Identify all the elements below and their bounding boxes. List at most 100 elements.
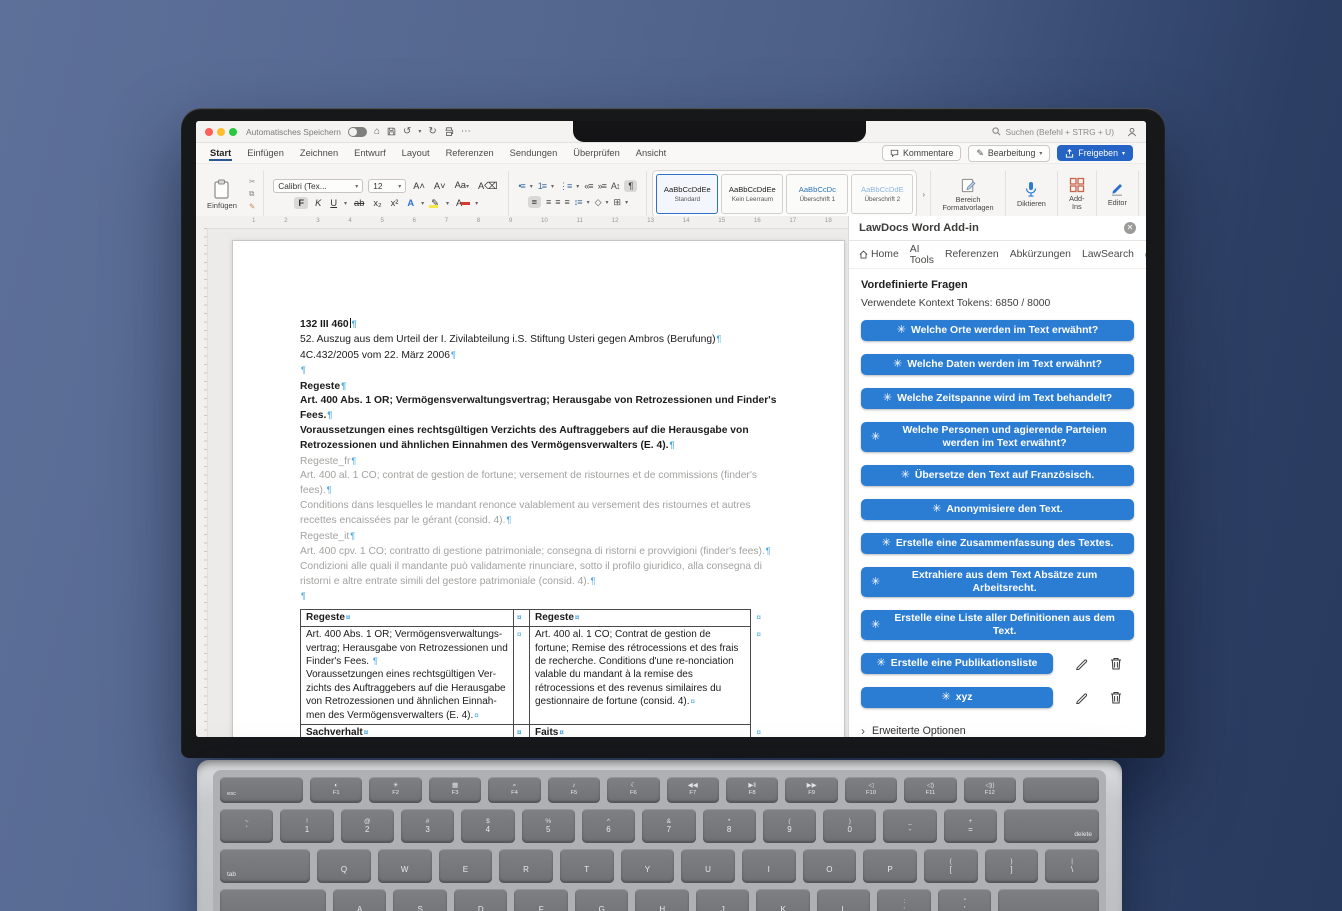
keyboard-key[interactable]: ^6 [582,809,635,843]
show-marks-button[interactable]: ¶ [624,180,637,192]
line-spacing-icon[interactable]: ↕≡ [574,197,582,207]
preset-question-button[interactable]: ✳Welche Zeitspanne wird im Text behandel… [861,388,1134,409]
keyboard-key[interactable]: ▦F3 [429,777,481,803]
keyboard-key[interactable]: :; [877,889,931,911]
keyboard-key[interactable]: _- [883,809,936,843]
print-icon[interactable] [444,127,454,136]
keyboard-key[interactable]: I [742,849,796,883]
save-icon[interactable] [387,127,396,136]
preset-question-button[interactable]: ✳Erstelle eine Liste aller Definitionen … [861,610,1134,640]
keyboard-key[interactable]: L [817,889,871,911]
nav-lawsearch[interactable]: LawSearch [1082,249,1134,260]
document-paragraph[interactable]: Conditions dans lesquelles le mandant re… [300,499,780,529]
keyboard-key[interactable]: T [560,849,614,883]
align-center-button[interactable]: ≡ [546,197,550,207]
preset-question-button[interactable]: ✳Übersetze den Text auf Französisch. [861,465,1134,486]
document-paragraph[interactable]: 4C.432/2005 vom 22. März 2006¶ [300,348,780,363]
keyboard-key[interactable]: Q [317,849,371,883]
align-left-button[interactable]: ≡ [528,196,541,208]
keyboard-key[interactable]: %5 [522,809,575,843]
close-icon[interactable]: ✕ [1124,222,1136,234]
keyboard-key[interactable]: U [681,849,735,883]
table-row[interactable]: Art. 400 Abs. 1 OR; Vermögensverwaltungs… [301,627,750,725]
shading-icon[interactable]: ◇ [595,197,601,208]
table-row[interactable]: Regeste¤ ¤ Regeste¤ [301,610,750,627]
change-case-button[interactable]: Aa▾ [453,179,471,193]
nav-abkuerzungen[interactable]: Abkürzungen [1010,249,1071,260]
table-row[interactable]: Sachverhalt¤ ¤ Faits¤ [301,725,750,737]
document-paragraph[interactable]: ¶ [300,589,780,604]
preset-question-button[interactable]: ✳Welche Orte werden im Text erwähnt? [861,320,1134,341]
copy-icon[interactable]: ⧉ [249,189,255,199]
ribbon-tab[interactable]: Sendungen [509,145,559,161]
keyboard-key[interactable]: ~` [220,809,273,843]
more-icon[interactable]: ⋯ [461,127,471,137]
zoom-window-button[interactable] [229,128,237,136]
share-button[interactable]: Freigeben ▾ [1057,145,1133,161]
keyboard-key[interactable]: H [635,889,689,911]
keyboard-key[interactable]: ◁F10 [845,777,897,803]
advanced-options-toggle[interactable]: › Erweiterte Optionen [861,725,1134,737]
document-paragraph[interactable]: 132 III 460¶ [300,317,780,332]
editor-button[interactable]: Editor [1102,167,1133,221]
keyboard-key[interactable]: K [756,889,810,911]
keyboard-key[interactable]: @2 [341,809,394,843]
ribbon-tab[interactable]: Entwurf [353,145,387,161]
keyboard-key[interactable]: {[ [924,849,978,883]
delete-icon[interactable] [1110,657,1122,670]
keyboard-key[interactable]: ♪F5 [548,777,600,803]
horizontal-ruler[interactable]: 123456789101112131415161718 [196,216,848,229]
keyboard-key[interactable]: ☀F2 [369,777,421,803]
keyboard-key[interactable]: ☾F6 [607,777,659,803]
nav-home[interactable]: Home [859,249,899,260]
indent-icon[interactable]: »≡ [598,181,606,191]
home-icon[interactable]: ⌂ [374,127,380,137]
table-cell-left[interactable]: Art. 400 Abs. 1 OR; Vermögensverwaltungs… [301,627,513,724]
ribbon-tab[interactable]: Überprüfen [572,145,621,161]
styles-pane-button[interactable]: Bereich Formatvorlagen [936,167,1000,221]
custom-question-button[interactable]: ✳xyz [861,687,1053,708]
keyboard-key[interactable]: S [393,889,447,911]
keyboard-key[interactable]: esc [220,777,303,803]
format-painter-icon[interactable]: ✎ [249,202,255,211]
keyboard-key[interactable]: ◁))F12 [964,777,1016,803]
keyboard-key[interactable]: (9 [763,809,816,843]
comments-button[interactable]: Kommentare [882,145,961,161]
font-color-dropdown-icon[interactable]: ▾ [475,200,478,207]
preset-question-button[interactable]: ✳Extrahiere aus dem Text Absätze zum Arb… [861,567,1134,597]
keyboard-key[interactable]: }] [985,849,1039,883]
highlight-dropdown-icon[interactable]: ▾ [446,200,449,207]
keyboard-key[interactable]: )0 [823,809,876,843]
table-cell-right[interactable]: Regeste¤ [530,610,750,626]
dictate-button[interactable]: Diktieren [1011,167,1052,221]
justify-button[interactable]: ≡ [565,197,569,207]
bold-button[interactable]: F [294,197,308,209]
document-paragraph[interactable]: Art. 400 cpv. 1 CO; contratto di gestion… [300,544,780,559]
minimize-window-button[interactable] [217,128,225,136]
keyboard-key[interactable]: F [514,889,568,911]
keyboard-key[interactable]: O [803,849,857,883]
document-paragraph[interactable]: Regeste¶ [300,379,780,394]
document-paragraph[interactable]: Regeste_it¶ [300,529,780,544]
table-cell-right[interactable]: Faits¤ [530,725,750,737]
preset-question-button[interactable]: ✳Anonymisiere den Text. [861,499,1134,520]
document-paragraph[interactable]: Art. 400 Abs. 1 OR; Vermögensverwaltungs… [300,394,780,424]
sort-icon[interactable]: A↕ [611,181,620,191]
autosave-toggle[interactable] [348,127,367,137]
document-paragraph[interactable]: 52. Auszug aus dem Urteil der I. Zivilab… [300,332,780,347]
ribbon-tab[interactable]: Ansicht [635,145,668,161]
keyboard-key[interactable]: ▶‖F8 [726,777,778,803]
style-card[interactable]: AaBbCcDdEe Kein Leerraum [721,174,783,214]
custom-question-button[interactable]: ✳Erstelle eine Publikationsliste [861,653,1053,674]
delete-icon[interactable] [1110,691,1122,704]
preset-question-button[interactable]: ✳Erstelle eine Zusammenfassung des Texte… [861,533,1134,554]
keyboard-key[interactable]: &7 [642,809,695,843]
style-card[interactable]: AaBbCcDdE Überschrift 2 [851,174,913,214]
keyboard-key[interactable]: ◁)F11 [904,777,956,803]
borders-icon[interactable]: ⊞ [614,197,621,208]
keyboard-key[interactable]: |\ [1045,849,1099,883]
globe-icon[interactable] [1145,249,1146,261]
document-paragraph[interactable]: Art. 400 al. 1 CO; contrat de gestion de… [300,469,780,499]
keyboard-key[interactable]: W [378,849,432,883]
keyboard-key[interactable]: tab [220,849,310,883]
